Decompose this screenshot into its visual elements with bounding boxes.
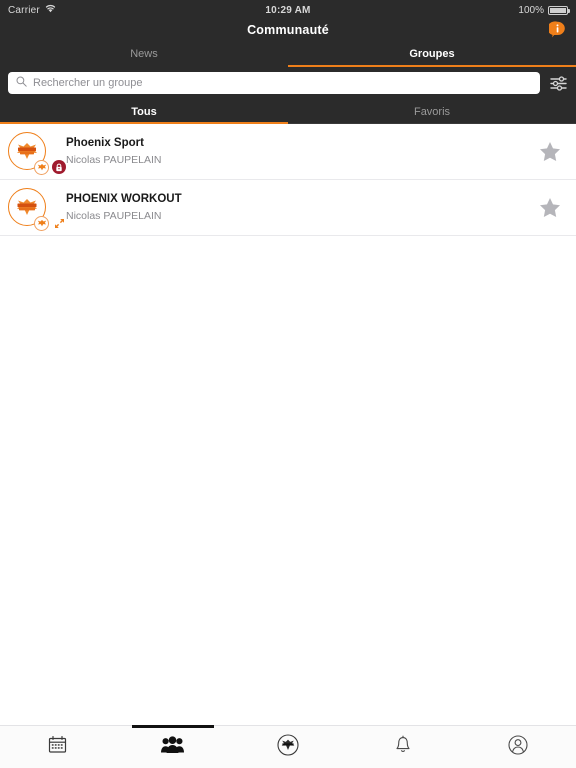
tab-calendar[interactable]: [0, 726, 115, 768]
top-segment-tabs: News Groupes: [0, 40, 576, 67]
status-bar-time: 10:29 AM: [265, 4, 311, 16]
subtab-tous[interactable]: Tous: [0, 100, 288, 124]
list-item-text: PHOENIX WORKOUT Nicolas PAUPELAIN: [58, 192, 536, 223]
group-list: Phoenix Sport Nicolas PAUPELAIN PHOENIX …: [0, 124, 576, 725]
bell-icon: [395, 735, 411, 759]
group-name: Phoenix Sport: [66, 137, 144, 149]
app-root: Carrier 10:29 AM 100% Communauté News Gr…: [0, 0, 576, 768]
phoenix-logo-icon: [277, 733, 299, 761]
tab-news[interactable]: News: [0, 40, 288, 67]
phoenix-badge-icon: [34, 159, 49, 175]
profile-icon: [508, 734, 528, 760]
list-item[interactable]: PHOENIX WORKOUT Nicolas PAUPELAIN: [0, 180, 576, 236]
search-input[interactable]: [33, 73, 532, 93]
sliders-filter-icon[interactable]: [548, 73, 568, 93]
avatar: [8, 131, 66, 175]
group-owner: Nicolas PAUPELAIN: [66, 210, 162, 222]
tab-groupes-label: Groupes: [409, 47, 455, 60]
list-item-text: Phoenix Sport Nicolas PAUPELAIN: [58, 136, 536, 167]
calendar-icon: [48, 735, 67, 759]
bottom-tab-bar: [0, 725, 576, 768]
people-group-icon: [161, 735, 185, 759]
search-row: [0, 67, 576, 100]
search-box[interactable]: [8, 72, 540, 94]
expand-arrows-icon: [52, 216, 66, 230]
star-icon[interactable]: [536, 197, 564, 218]
info-bubble-icon[interactable]: [549, 21, 566, 38]
subtab-favoris-label: Favoris: [413, 105, 451, 118]
tab-groupes[interactable]: Groupes: [288, 40, 576, 67]
subtab-favoris[interactable]: Favoris: [288, 100, 576, 123]
tab-notifications[interactable]: [346, 726, 461, 768]
badge-row: [34, 159, 66, 175]
status-bar-right: 100%: [518, 4, 570, 16]
tab-phoenix[interactable]: [230, 726, 345, 768]
group-owner: Nicolas PAUPELAIN: [66, 154, 162, 166]
search-icon: [16, 74, 27, 92]
battery-full-icon: [548, 5, 570, 15]
tab-news-label: News: [130, 47, 158, 60]
tab-community[interactable]: [115, 726, 230, 768]
group-name: PHOENIX WORKOUT: [66, 193, 182, 205]
star-icon[interactable]: [536, 141, 564, 162]
badge-row: [34, 215, 66, 231]
subtab-tous-label: Tous: [131, 105, 157, 118]
tab-profile[interactable]: [461, 726, 576, 768]
page-title: Communauté: [247, 23, 329, 37]
phoenix-badge-icon: [34, 215, 49, 231]
navigation-bar: Communauté: [0, 20, 576, 40]
group-filter-tabs: Tous Favoris: [0, 100, 576, 124]
avatar: [8, 187, 64, 231]
lock-icon: [52, 160, 66, 174]
list-item[interactable]: Phoenix Sport Nicolas PAUPELAIN: [0, 124, 576, 180]
battery-percent-label: 100%: [518, 4, 544, 16]
status-bar: Carrier 10:29 AM 100%: [0, 0, 576, 20]
